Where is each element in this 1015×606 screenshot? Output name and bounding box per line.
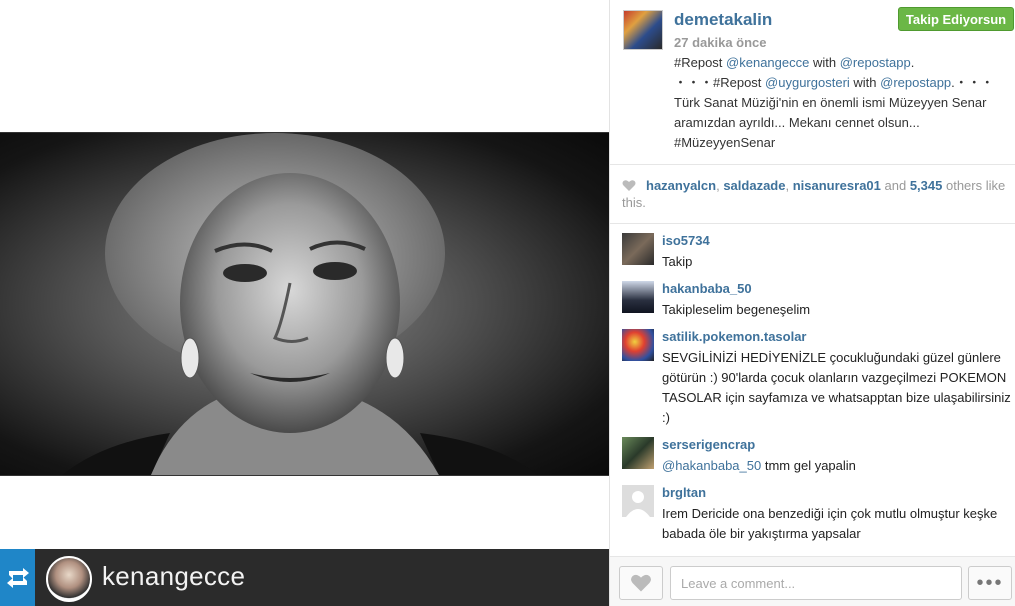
commenter-avatar[interactable] xyxy=(622,437,654,469)
portrait-illustration xyxy=(62,133,538,475)
likes-text: hazanyalcn, saldazade, nisanuresra01 and… xyxy=(622,178,1006,210)
like-button[interactable] xyxy=(619,566,663,600)
comment-text: Irem Dericide ona benzediği için çok mut… xyxy=(662,506,998,541)
likes-count[interactable]: 5,345 xyxy=(910,178,943,193)
post-header: demetakalin Takip Ediyorsun 27 dakika ön… xyxy=(610,0,1015,165)
repost-user-avatar xyxy=(46,556,92,602)
comment-text: Takip xyxy=(662,254,693,269)
caption-text: with xyxy=(809,55,840,70)
more-options-button[interactable]: ••• xyxy=(968,566,1012,600)
commenter-username[interactable]: satilik.pokemon.tasolar xyxy=(662,329,807,344)
comment-mention[interactable]: @hakanbaba_50 xyxy=(662,458,761,473)
post-sidebar: demetakalin Takip Ediyorsun 27 dakika ön… xyxy=(609,0,1015,606)
post-caption: #Repost @kenangecce with @repostapp. ・・・… xyxy=(674,53,1012,153)
likes-section: hazanyalcn, saldazade, nisanuresra01 and… xyxy=(610,166,1015,224)
repost-icon xyxy=(0,549,35,606)
commenter-avatar[interactable] xyxy=(622,233,654,265)
commenter-avatar[interactable] xyxy=(622,329,654,361)
comment-input[interactable] xyxy=(670,566,962,600)
post-photo[interactable] xyxy=(0,132,609,476)
comment-text: Takipleselim begeneşelim xyxy=(662,302,811,317)
caption-body: Türk Sanat Müziği'nin en önemli ismi Müz… xyxy=(674,95,987,150)
commenter-username[interactable]: iso5734 xyxy=(662,233,710,248)
comment-text-body: tmm gel yapalin xyxy=(761,458,856,473)
likes-and: and xyxy=(880,178,910,193)
liker-link[interactable]: saldazade xyxy=(723,178,785,193)
comment-bar: ••• xyxy=(610,556,1015,606)
post-timestamp: 27 dakika önce xyxy=(674,35,767,50)
owner-avatar[interactable] xyxy=(623,10,663,50)
comments-list: iso5734 Takip hakanbaba_50 Takipleselim … xyxy=(610,225,1015,555)
liker-link[interactable]: nisanuresra01 xyxy=(793,178,881,193)
caption-mention[interactable]: @uygurgosteri xyxy=(765,75,850,90)
comment-text: @hakanbaba_50 tmm gel yapalin xyxy=(662,456,1012,476)
photo-panel: kenangecce xyxy=(0,0,609,606)
commenter-username[interactable]: brgltan xyxy=(662,485,706,500)
caption-text: .・・・ xyxy=(951,75,994,90)
heart-icon xyxy=(631,574,651,592)
liker-link[interactable]: hazanyalcn xyxy=(646,178,716,193)
owner-username[interactable]: demetakalin xyxy=(674,10,772,30)
caption-mention[interactable]: @kenangecce xyxy=(726,55,809,70)
default-avatar-icon[interactable] xyxy=(622,485,654,517)
caption-mention[interactable]: @repostapp xyxy=(840,55,911,70)
commenter-username[interactable]: serserigencrap xyxy=(662,437,755,452)
caption-text: with xyxy=(849,75,881,90)
repost-username: kenangecce xyxy=(102,561,246,591)
caption-text: #Repost xyxy=(674,55,727,70)
caption-mention[interactable]: @repostapp xyxy=(880,75,951,90)
commenter-username[interactable]: hakanbaba_50 xyxy=(662,281,752,296)
comment-text: SEVGİLİNİZİ HEDİYENİZLE çocukluğundaki g… xyxy=(662,350,1011,425)
caption-text: . xyxy=(910,55,915,70)
follow-button[interactable]: Takip Ediyorsun xyxy=(898,7,1014,31)
caption-text: ・・・#Repost xyxy=(674,75,766,90)
commenter-avatar[interactable] xyxy=(622,281,654,313)
repost-bar: kenangecce xyxy=(0,549,609,606)
